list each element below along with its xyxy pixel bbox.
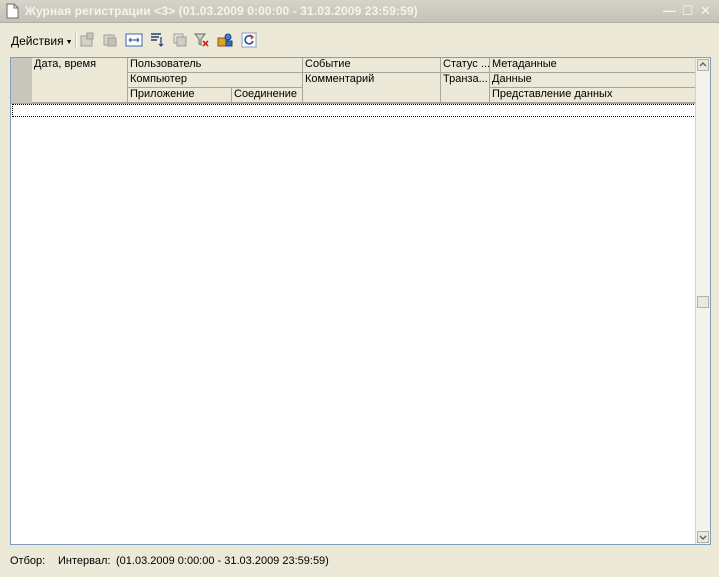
- maximize-button[interactable]: ☐: [679, 2, 696, 19]
- table-header: Дата, время Пользователь Компьютер Прило…: [11, 58, 698, 104]
- document-icon: [6, 3, 19, 22]
- interval-value[interactable]: (01.03.2009 0:00:00 - 31.03.2009 23:59:5…: [116, 552, 329, 570]
- filter-clear-icon[interactable]: [193, 32, 210, 48]
- refresh-icon[interactable]: [241, 32, 257, 48]
- window-title: Журная регистрации <3> (01.03.2009 0:00:…: [25, 4, 418, 18]
- row-selector-header: [11, 58, 33, 103]
- scroll-up-button[interactable]: [697, 59, 709, 71]
- col-event[interactable]: Событие: [303, 58, 441, 73]
- col-user[interactable]: Пользователь: [128, 58, 303, 73]
- actions-menu-label: Действия: [11, 34, 64, 48]
- col-status[interactable]: Статус ...: [441, 58, 490, 73]
- col-computer[interactable]: Компьютер: [128, 73, 303, 88]
- filter-label: Отбор:: [10, 555, 46, 567]
- interval-label: Интервал:: [58, 555, 111, 567]
- focused-row[interactable]: [12, 104, 696, 117]
- title-bar[interactable]: Журная регистрации <3> (01.03.2009 0:00:…: [0, 0, 719, 23]
- col-metadata[interactable]: Метаданные: [490, 58, 698, 73]
- close-button[interactable]: ✕: [697, 2, 714, 19]
- col-transaction[interactable]: Транза...: [441, 73, 490, 103]
- col-connection[interactable]: Соединение: [232, 88, 303, 103]
- event-log-table[interactable]: Дата, время Пользователь Компьютер Прило…: [10, 57, 711, 545]
- toolbar: Действия ▼: [0, 28, 719, 54]
- dropdown-arrow-icon: ▼: [65, 39, 73, 46]
- minimize-button[interactable]: —: [661, 2, 678, 19]
- actions-menu-button[interactable]: Действия ▼: [11, 32, 73, 50]
- group-icon[interactable]: [172, 32, 188, 48]
- sort-icon[interactable]: [149, 32, 165, 48]
- scroll-down-button[interactable]: [697, 531, 709, 543]
- open-icon[interactable]: [79, 32, 95, 48]
- col-datetime[interactable]: Дата, время: [32, 58, 128, 103]
- col-comment[interactable]: Комментарий: [303, 73, 441, 103]
- user-edit-icon[interactable]: [217, 32, 233, 48]
- col-application[interactable]: Приложение: [128, 88, 232, 103]
- copy-icon[interactable]: [102, 32, 118, 48]
- vertical-scrollbar[interactable]: [695, 58, 710, 544]
- event-log-window: Журная регистрации <3> (01.03.2009 0:00:…: [0, 0, 719, 577]
- col-data-presentation[interactable]: Представление данных: [490, 88, 698, 103]
- scroll-thumb[interactable]: [697, 296, 709, 308]
- status-bar: Отбор: Интервал: (01.03.2009 0:00:00 - 3…: [0, 552, 719, 570]
- col-data[interactable]: Данные: [490, 73, 698, 88]
- toolbar-separator: [75, 33, 77, 49]
- column-width-icon[interactable]: [125, 32, 143, 48]
